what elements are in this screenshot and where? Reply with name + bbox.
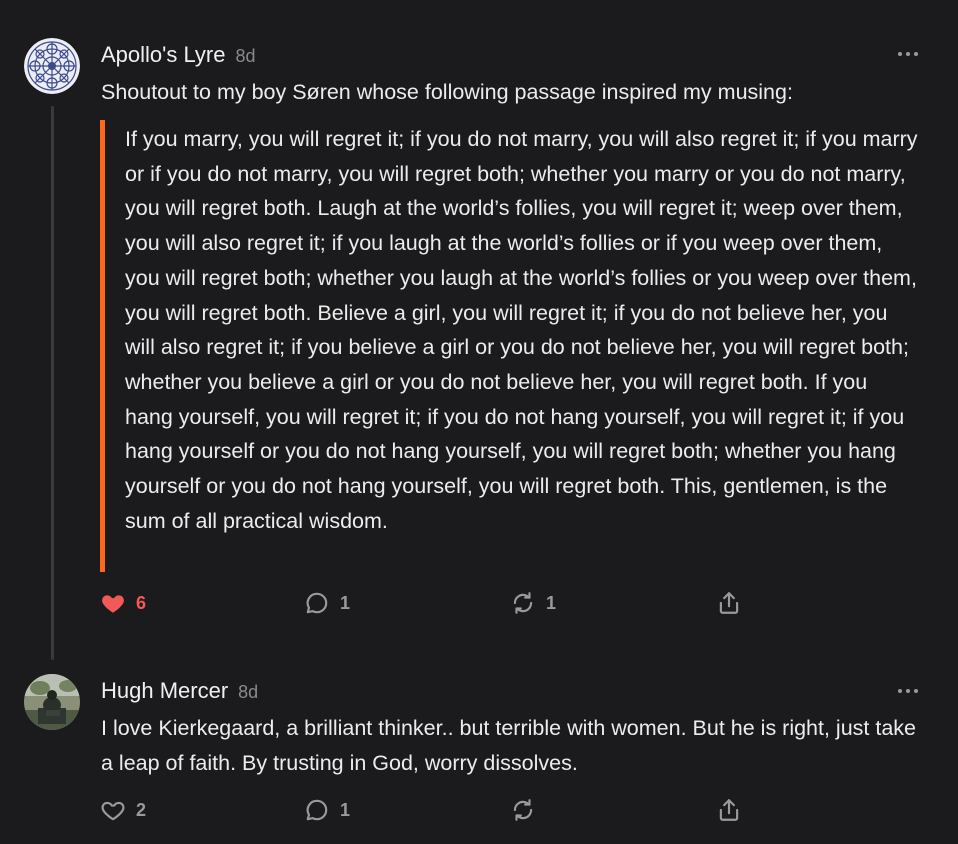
avatar[interactable] (24, 38, 80, 94)
like-count: 6 (136, 592, 147, 613)
share-icon (719, 799, 739, 821)
comment-actions: 6 1 1 (100, 590, 760, 620)
thread-line (51, 106, 54, 660)
restack-arrows-icon (513, 799, 533, 821)
heart-icon (102, 595, 124, 613)
restack-arrows-icon (513, 592, 533, 614)
reply-count: 1 (340, 799, 351, 820)
restack-button[interactable] (510, 797, 546, 823)
reply-count: 1 (340, 592, 351, 613)
comment-header: Apollo's Lyre 8d (101, 42, 255, 68)
comment-age[interactable]: 8d (238, 682, 258, 703)
share-icon (719, 592, 739, 614)
heart-icon (101, 801, 125, 821)
author-name[interactable]: Hugh Mercer (101, 678, 228, 704)
avatar[interactable] (24, 674, 80, 730)
reply-button[interactable]: 1 (304, 590, 350, 616)
comment: Hugh Mercer 8d I love Kierkegaard, a bri… (0, 660, 958, 844)
author-name[interactable]: Apollo's Lyre (101, 42, 225, 68)
share-button[interactable] (716, 797, 742, 823)
comment-text: I love Kierkegaard, a brilliant thinker.… (101, 716, 917, 775)
like-button[interactable]: 6 (100, 590, 146, 616)
more-dots-icon[interactable] (898, 687, 920, 695)
blockquote: If you marry, you will regret it; if you… (100, 120, 920, 572)
comment-text: Shoutout to my boy Søren whose following… (101, 80, 793, 104)
like-button[interactable]: 2 (100, 797, 146, 823)
mandala-avatar-icon (24, 38, 80, 94)
comment-actions: 2 1 (100, 797, 760, 827)
statue-photo-avatar (24, 674, 80, 730)
like-count: 2 (136, 799, 147, 820)
quote-text: If you marry, you will regret it; if you… (125, 127, 918, 533)
share-button[interactable] (716, 590, 742, 616)
comment: Apollo's Lyre 8d Shoutout to my boy Søre… (0, 0, 958, 660)
more-dots-icon[interactable] (898, 50, 920, 58)
comment-bubble-icon (306, 592, 328, 614)
restack-button[interactable]: 1 (510, 590, 556, 616)
reply-button[interactable]: 1 (304, 797, 350, 823)
restack-count: 1 (546, 592, 557, 613)
comment-bubble-icon (306, 799, 328, 821)
comment-age[interactable]: 8d (235, 46, 255, 67)
comment-header: Hugh Mercer 8d (101, 678, 258, 704)
